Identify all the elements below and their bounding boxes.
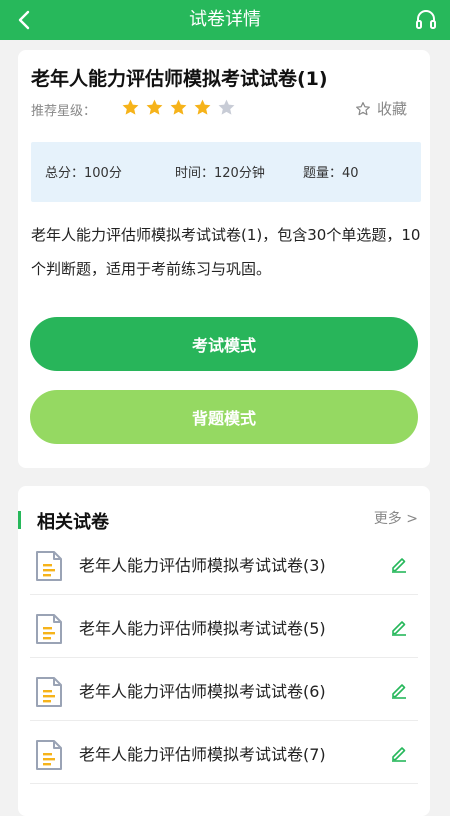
paper-description: 老年人能力评估师模拟考试试卷(1)，包含30个单选题，10个判断题，适用于考前练… — [31, 226, 421, 278]
star-empty-icon — [218, 99, 235, 115]
edit-icon[interactable] — [390, 555, 408, 573]
section-accent-bar — [18, 511, 21, 529]
related-item-name: 老年人能力评估师模拟考试试卷(6) — [79, 682, 326, 701]
document-icon — [36, 551, 62, 581]
duration: 时间：120分钟 — [175, 166, 265, 181]
related-item[interactable]: 老年人能力评估师模拟考试试卷(6) — [30, 658, 418, 721]
document-icon — [36, 677, 62, 707]
paper-detail-card: 老年人能力评估师模拟考试试卷(1) 推荐星级： 收藏 总分：100分 时间：12… — [18, 50, 430, 468]
favorite-button[interactable]: 收藏 — [355, 98, 407, 119]
edit-icon[interactable] — [390, 744, 408, 762]
related-item[interactable]: 老年人能力评估师模拟考试试卷(5) — [30, 595, 418, 658]
related-title: 相关试卷 — [37, 512, 109, 533]
top-app-bar: 试卷详情 — [0, 0, 450, 40]
star-filled-icon — [170, 99, 187, 115]
total-score: 总分：100分 — [45, 166, 122, 181]
related-item-name: 老年人能力评估师模拟考试试卷(7) — [79, 745, 326, 764]
rating-stars — [121, 98, 236, 117]
question-count: 题量：40 — [303, 166, 359, 181]
related-item[interactable]: 老年人能力评估师模拟考试试卷(7) — [30, 721, 418, 784]
paper-title: 老年人能力评估师模拟考试试卷(1) — [31, 68, 328, 90]
review-mode-button[interactable]: 背题模式 — [30, 390, 418, 444]
related-item[interactable]: 老年人能力评估师模拟考试试卷(3) — [30, 532, 418, 595]
star-filled-icon — [146, 99, 163, 115]
edit-icon[interactable] — [390, 618, 408, 636]
related-item-name: 老年人能力评估师模拟考试试卷(3) — [79, 556, 326, 575]
rating-label: 推荐星级： — [31, 104, 97, 119]
star-filled-icon — [122, 99, 139, 115]
related-list: 老年人能力评估师模拟考试试卷(3) 老年人能力评估师模拟考试试卷(5) 老年人能… — [18, 532, 430, 784]
related-item-name: 老年人能力评估师模拟考试试卷(5) — [79, 619, 326, 638]
document-icon — [36, 614, 62, 644]
related-papers-card: 相关试卷 更多 > 老年人能力评估师模拟考试试卷(3) 老年人能力评估师模拟考试… — [18, 486, 430, 816]
related-header: 相关试卷 更多 > — [18, 508, 430, 533]
exam-mode-button[interactable]: 考试模式 — [30, 317, 418, 371]
page-title: 试卷详情 — [189, 9, 261, 30]
star-filled-icon — [194, 99, 211, 115]
headphones-icon[interactable] — [414, 8, 438, 32]
favorite-label: 收藏 — [376, 100, 407, 118]
rating-row: 推荐星级： 收藏 — [31, 98, 421, 122]
star-outline-icon — [356, 101, 370, 115]
more-link[interactable]: 更多 > — [374, 508, 418, 528]
paper-info-box: 总分：100分 时间：120分钟 题量：40 — [31, 142, 421, 202]
document-icon — [36, 740, 62, 770]
edit-icon[interactable] — [390, 681, 408, 699]
